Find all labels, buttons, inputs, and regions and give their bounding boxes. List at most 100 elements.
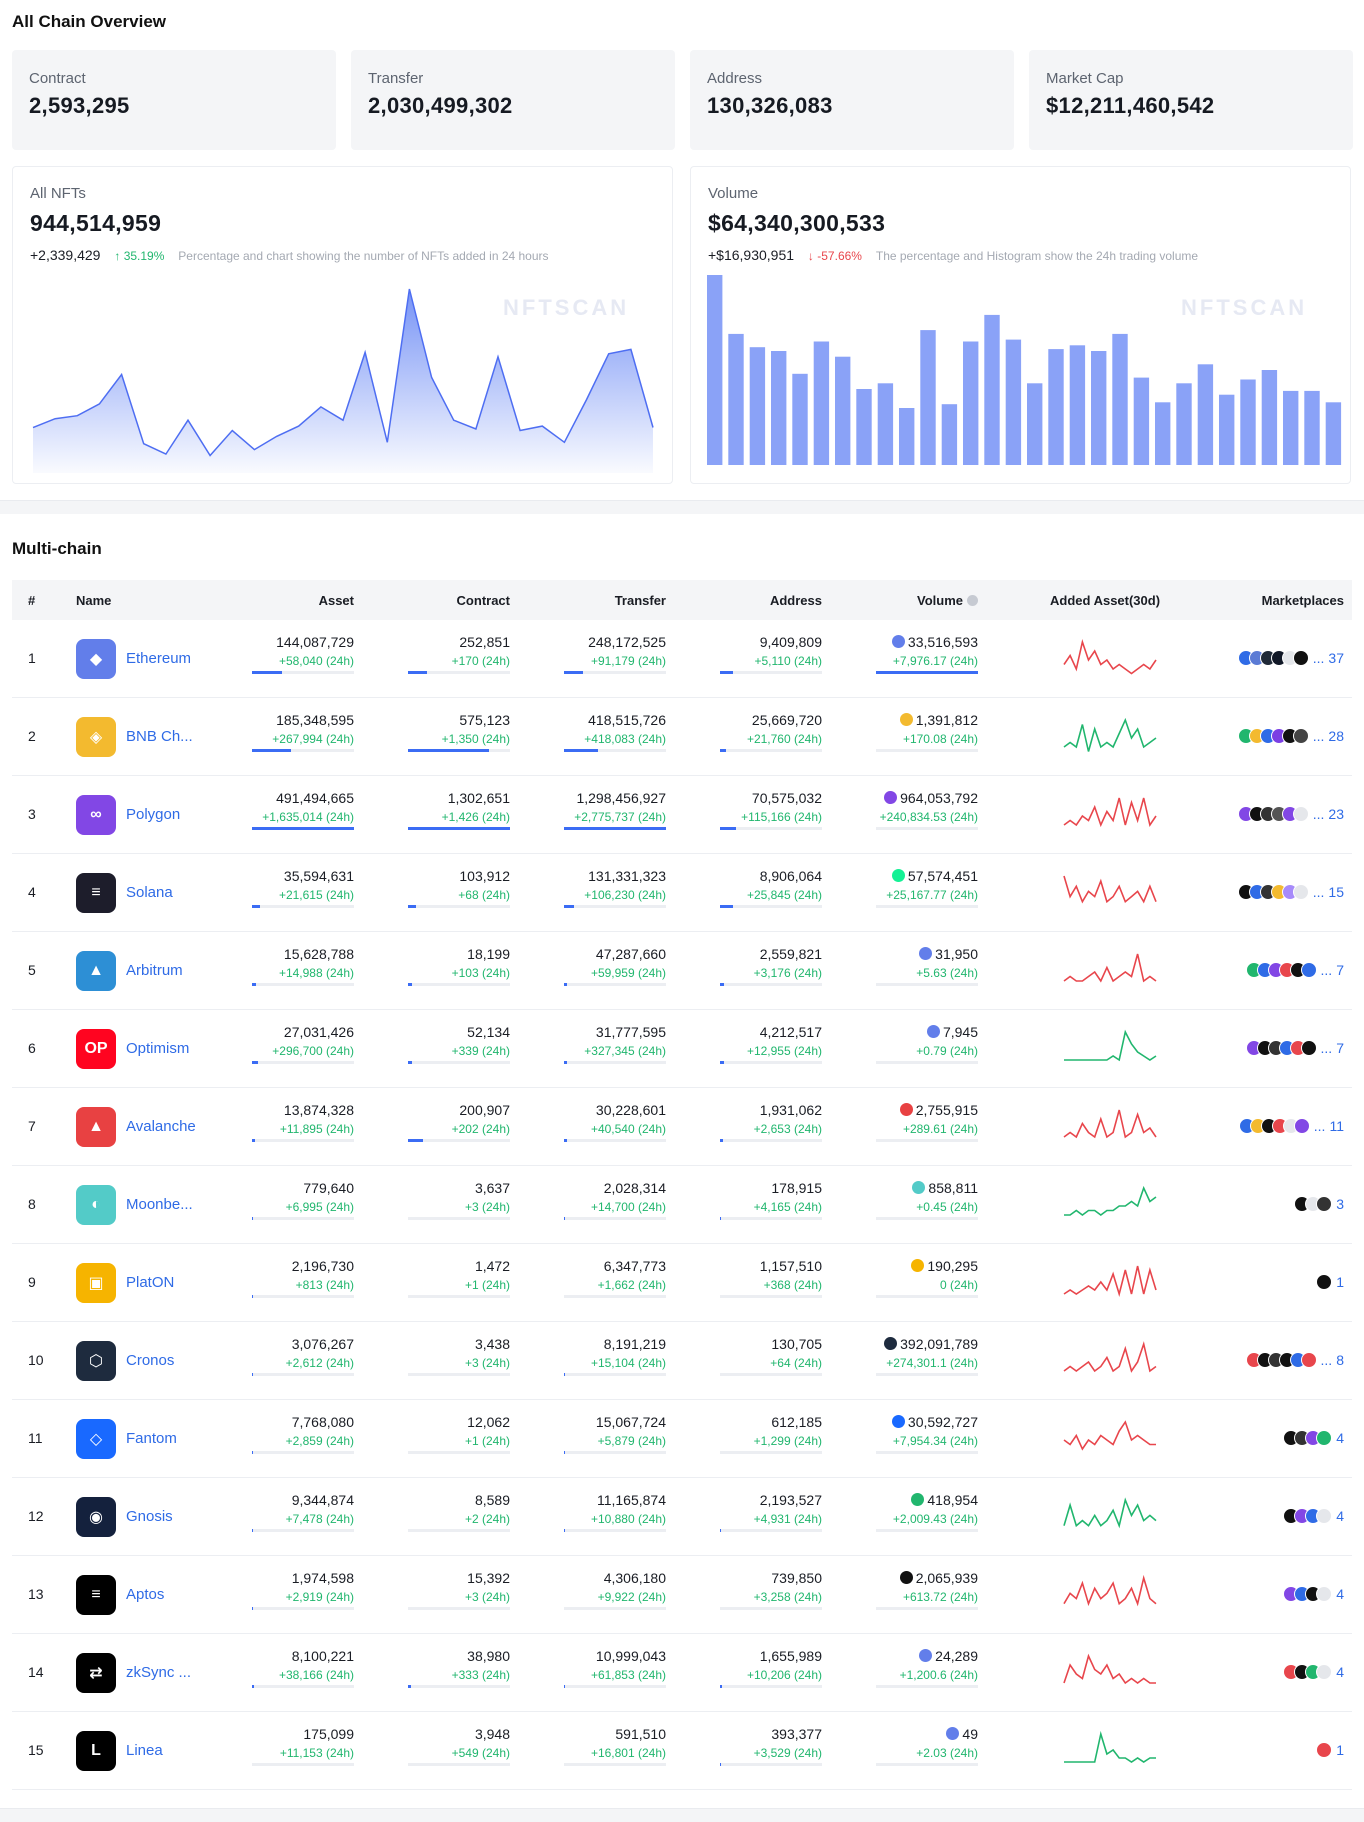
table-row[interactable]: 2 ◈ BNB Ch... 185,348,595 +267,994 (24h) 575,…: [12, 698, 1352, 776]
table-row[interactable]: 9 ▣ PlatON 2,196,730 +813 (24h) 1,472 +1 (24h)…: [12, 1244, 1352, 1322]
chain-name-link[interactable]: Linea: [126, 1742, 163, 1759]
chain-logo-icon[interactable]: ≡: [76, 1575, 116, 1615]
marketplace-logo-icon[interactable]: [1300, 1352, 1317, 1368]
chain-logo-icon[interactable]: ≡: [76, 873, 116, 913]
marketplace-logo-icon[interactable]: [1316, 1664, 1333, 1680]
marketplaces-cell[interactable]: 3: [1294, 1194, 1344, 1214]
chain-name-link[interactable]: Arbitrum: [126, 962, 183, 979]
marketplace-count-link[interactable]: 4: [1336, 1508, 1344, 1524]
chain-name-link[interactable]: Cronos: [126, 1352, 174, 1369]
table-row[interactable]: 5 ▲ Arbitrum 15,628,788 +14,988 (24h) 18,199 +…: [12, 932, 1352, 1010]
table-row[interactable]: 11 ◇ Fantom 7,768,080 +2,859 (24h) 12,062 +1 (…: [12, 1400, 1352, 1478]
marketplaces-cell[interactable]: 1: [1316, 1740, 1344, 1760]
row-rank: 4: [28, 884, 36, 900]
table-row[interactable]: 14 ⇄ zkSync ... 8,100,221 +38,166 (24h) 38,98…: [12, 1634, 1352, 1712]
marketplaces-cell[interactable]: 4: [1283, 1662, 1344, 1682]
marketplace-count-link[interactable]: 1: [1336, 1742, 1344, 1758]
chain-logo-icon[interactable]: L: [76, 1731, 116, 1771]
chain-name-link[interactable]: Moonbe...: [126, 1196, 193, 1213]
table-row[interactable]: 1 ◆ Ethereum 144,087,729 +58,040 (24h) 252,85…: [12, 620, 1352, 698]
chain-name-link[interactable]: Fantom: [126, 1430, 177, 1447]
chain-logo-icon[interactable]: ◆: [76, 639, 116, 679]
marketplaces-cell[interactable]: ... 37: [1237, 648, 1344, 668]
marketplace-logo-icon[interactable]: [1316, 1196, 1333, 1212]
marketplace-logo-icon[interactable]: [1293, 1118, 1310, 1134]
marketplace-count-link[interactable]: 28: [1328, 728, 1344, 744]
chain-logo-icon[interactable]: ∞: [76, 795, 116, 835]
marketplaces-cell[interactable]: ... 28: [1237, 726, 1344, 746]
marketplace-logo-icon[interactable]: [1316, 1430, 1333, 1446]
marketplace-count-link[interactable]: 3: [1336, 1196, 1344, 1212]
marketplace-logo-icon[interactable]: [1316, 1508, 1333, 1524]
chain-name-link[interactable]: Avalanche: [126, 1118, 196, 1135]
chain-logo-icon[interactable]: ◐: [76, 1185, 116, 1225]
marketplaces-cell[interactable]: 4: [1283, 1584, 1344, 1604]
chain-name-link[interactable]: Solana: [126, 884, 173, 901]
marketplaces-cell[interactable]: ... 15: [1237, 882, 1344, 902]
chain-name-link[interactable]: zkSync ...: [126, 1664, 191, 1681]
chain-name-link[interactable]: Aptos: [126, 1586, 164, 1603]
marketplace-count-link[interactable]: 4: [1336, 1586, 1344, 1602]
chain-logo-icon[interactable]: ▲: [76, 951, 116, 991]
marketplaces-cell[interactable]: 4: [1283, 1506, 1344, 1526]
col-transfer[interactable]: Transfer: [564, 593, 666, 608]
table-row[interactable]: 6 OP Optimism 27,031,426 +296,700 (24h) 52,13…: [12, 1010, 1352, 1088]
chain-name-link[interactable]: PlatON: [126, 1274, 174, 1291]
chain-logo-icon[interactable]: ◉: [76, 1497, 116, 1537]
marketplace-count-link[interactable]: 37: [1328, 650, 1344, 666]
marketplace-logo-icon[interactable]: [1316, 1742, 1333, 1758]
chain-name-link[interactable]: Ethereum: [126, 650, 191, 667]
marketplace-count-link[interactable]: 11: [1329, 1118, 1344, 1134]
nfts-area-chart[interactable]: [31, 271, 655, 473]
chain-name-link[interactable]: Optimism: [126, 1040, 189, 1057]
marketplace-count-link[interactable]: 23: [1328, 806, 1344, 822]
marketplaces-cell[interactable]: 1: [1316, 1272, 1344, 1292]
info-icon[interactable]: [967, 595, 978, 606]
marketplaces-cell[interactable]: ... 7: [1245, 960, 1344, 980]
marketplace-logo-icon[interactable]: [1292, 884, 1309, 900]
chain-logo-icon[interactable]: ◇: [76, 1419, 116, 1459]
marketplace-logo-icon[interactable]: [1292, 806, 1309, 822]
table-row[interactable]: 8 ◐ Moonbe... 779,640 +6,995 (24h) 3,637 +3 (2…: [12, 1166, 1352, 1244]
marketplaces-cell[interactable]: ... 23: [1237, 804, 1344, 824]
marketplace-logo-icon[interactable]: [1300, 962, 1317, 978]
marketplace-logo-icon[interactable]: [1316, 1586, 1333, 1602]
marketplace-count-link[interactable]: 4: [1336, 1664, 1344, 1680]
col-volume[interactable]: Volume: [876, 593, 978, 608]
table-row[interactable]: 10 ⬡ Cronos 3,076,267 +2,612 (24h) 3,438 +3 (2…: [12, 1322, 1352, 1400]
marketplace-logo-icon[interactable]: [1292, 650, 1309, 666]
marketplace-count-link[interactable]: 4: [1336, 1430, 1344, 1446]
chain-logo-icon[interactable]: ⇄: [76, 1653, 116, 1693]
marketplaces-cell[interactable]: 4: [1283, 1428, 1344, 1448]
table-row[interactable]: 3 ∞ Polygon 491,494,665 +1,635,014 (24h) 1,30…: [12, 776, 1352, 854]
table-row[interactable]: 15 L Linea 175,099 +11,153 (24h) 3,948 +549 (2…: [12, 1712, 1352, 1790]
table-row[interactable]: 4 ≡ Solana 35,594,631 +21,615 (24h) 103,912 +6…: [12, 854, 1352, 932]
marketplace-count-link[interactable]: 8: [1336, 1352, 1344, 1368]
marketplace-logo-icon[interactable]: [1292, 728, 1309, 744]
chain-logo-icon[interactable]: ◈: [76, 717, 116, 757]
marketplace-logo-icon[interactable]: [1300, 1040, 1317, 1056]
col-contract[interactable]: Contract: [408, 593, 510, 608]
chain-name-link[interactable]: Polygon: [126, 806, 180, 823]
cell-address-delta: +3,258 (24h): [753, 1590, 822, 1604]
marketplace-count-link[interactable]: 15: [1328, 884, 1344, 900]
marketplace-count-link[interactable]: 7: [1336, 962, 1344, 978]
table-row[interactable]: 12 ◉ Gnosis 9,344,874 +7,478 (24h) 8,589 +2 (2…: [12, 1478, 1352, 1556]
chain-name-link[interactable]: Gnosis: [126, 1508, 173, 1525]
marketplaces-cell[interactable]: ... 11: [1238, 1116, 1344, 1136]
chain-logo-icon[interactable]: ⬡: [76, 1341, 116, 1381]
volume-histogram[interactable]: [707, 271, 1347, 473]
marketplaces-cell[interactable]: ... 8: [1245, 1350, 1344, 1370]
chain-logo-icon[interactable]: ▣: [76, 1263, 116, 1303]
table-row[interactable]: 13 ≡ Aptos 1,974,598 +2,919 (24h) 15,392 +3 (2…: [12, 1556, 1352, 1634]
chain-name-link[interactable]: BNB Ch...: [126, 728, 193, 745]
marketplace-logo-icon[interactable]: [1316, 1274, 1333, 1290]
chain-logo-icon[interactable]: OP: [76, 1029, 116, 1069]
marketplaces-cell[interactable]: ... 7: [1245, 1038, 1344, 1058]
chain-logo-icon[interactable]: ▲: [76, 1107, 116, 1147]
marketplace-count-link[interactable]: 1: [1336, 1274, 1344, 1290]
marketplace-count-link[interactable]: 7: [1336, 1040, 1344, 1056]
col-address[interactable]: Address: [720, 593, 822, 608]
table-row[interactable]: 7 ▲ Avalanche 13,874,328 +11,895 (24h) 200,90…: [12, 1088, 1352, 1166]
col-asset[interactable]: Asset: [252, 593, 354, 608]
